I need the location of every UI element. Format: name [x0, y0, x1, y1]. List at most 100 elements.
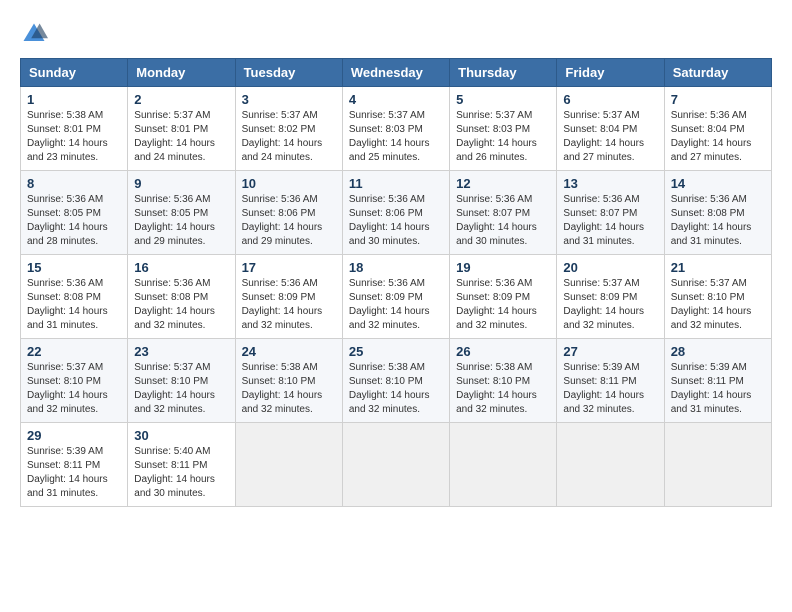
day-info: Sunrise: 5:39 AM Sunset: 8:11 PM Dayligh… [27, 445, 121, 501]
day-cell-21: 21 Sunrise: 5:37 AM Sunset: 8:10 PM Dayl… [664, 255, 771, 339]
day-cell-3: 3 Sunrise: 5:37 AM Sunset: 8:02 PM Dayli… [235, 87, 342, 171]
day-info: Sunrise: 5:37 AM Sunset: 8:03 PM Dayligh… [456, 109, 550, 165]
day-number: 3 [242, 92, 336, 107]
day-info: Sunrise: 5:37 AM Sunset: 8:04 PM Dayligh… [563, 109, 657, 165]
day-number: 6 [563, 92, 657, 107]
day-number: 5 [456, 92, 550, 107]
calendar-table: SundayMondayTuesdayWednesdayThursdayFrid… [20, 58, 772, 507]
day-cell-14: 14 Sunrise: 5:36 AM Sunset: 8:08 PM Dayl… [664, 171, 771, 255]
empty-cell [664, 423, 771, 507]
day-info: Sunrise: 5:38 AM Sunset: 8:10 PM Dayligh… [242, 361, 336, 417]
day-info: Sunrise: 5:37 AM Sunset: 8:09 PM Dayligh… [563, 277, 657, 333]
day-cell-10: 10 Sunrise: 5:36 AM Sunset: 8:06 PM Dayl… [235, 171, 342, 255]
header-friday: Friday [557, 59, 664, 87]
day-number: 19 [456, 260, 550, 275]
day-info: Sunrise: 5:40 AM Sunset: 8:11 PM Dayligh… [134, 445, 228, 501]
day-info: Sunrise: 5:36 AM Sunset: 8:09 PM Dayligh… [349, 277, 443, 333]
day-number: 28 [671, 344, 765, 359]
day-cell-17: 17 Sunrise: 5:36 AM Sunset: 8:09 PM Dayl… [235, 255, 342, 339]
day-info: Sunrise: 5:39 AM Sunset: 8:11 PM Dayligh… [671, 361, 765, 417]
day-number: 8 [27, 176, 121, 191]
day-info: Sunrise: 5:36 AM Sunset: 8:07 PM Dayligh… [563, 193, 657, 249]
day-cell-2: 2 Sunrise: 5:37 AM Sunset: 8:01 PM Dayli… [128, 87, 235, 171]
day-cell-30: 30 Sunrise: 5:40 AM Sunset: 8:11 PM Dayl… [128, 423, 235, 507]
day-cell-20: 20 Sunrise: 5:37 AM Sunset: 8:09 PM Dayl… [557, 255, 664, 339]
day-cell-23: 23 Sunrise: 5:37 AM Sunset: 8:10 PM Dayl… [128, 339, 235, 423]
day-cell-27: 27 Sunrise: 5:39 AM Sunset: 8:11 PM Dayl… [557, 339, 664, 423]
day-number: 16 [134, 260, 228, 275]
day-info: Sunrise: 5:36 AM Sunset: 8:05 PM Dayligh… [134, 193, 228, 249]
day-info: Sunrise: 5:36 AM Sunset: 8:06 PM Dayligh… [349, 193, 443, 249]
day-cell-9: 9 Sunrise: 5:36 AM Sunset: 8:05 PM Dayli… [128, 171, 235, 255]
day-cell-16: 16 Sunrise: 5:36 AM Sunset: 8:08 PM Dayl… [128, 255, 235, 339]
day-info: Sunrise: 5:36 AM Sunset: 8:05 PM Dayligh… [27, 193, 121, 249]
header-saturday: Saturday [664, 59, 771, 87]
day-info: Sunrise: 5:39 AM Sunset: 8:11 PM Dayligh… [563, 361, 657, 417]
day-info: Sunrise: 5:37 AM Sunset: 8:02 PM Dayligh… [242, 109, 336, 165]
day-info: Sunrise: 5:38 AM Sunset: 8:10 PM Dayligh… [349, 361, 443, 417]
header-thursday: Thursday [450, 59, 557, 87]
day-info: Sunrise: 5:36 AM Sunset: 8:08 PM Dayligh… [671, 193, 765, 249]
day-number: 13 [563, 176, 657, 191]
day-info: Sunrise: 5:36 AM Sunset: 8:09 PM Dayligh… [456, 277, 550, 333]
empty-cell [235, 423, 342, 507]
day-number: 11 [349, 176, 443, 191]
day-cell-7: 7 Sunrise: 5:36 AM Sunset: 8:04 PM Dayli… [664, 87, 771, 171]
day-number: 27 [563, 344, 657, 359]
day-number: 23 [134, 344, 228, 359]
header-wednesday: Wednesday [342, 59, 449, 87]
day-cell-4: 4 Sunrise: 5:37 AM Sunset: 8:03 PM Dayli… [342, 87, 449, 171]
day-cell-12: 12 Sunrise: 5:36 AM Sunset: 8:07 PM Dayl… [450, 171, 557, 255]
day-info: Sunrise: 5:36 AM Sunset: 8:06 PM Dayligh… [242, 193, 336, 249]
day-cell-5: 5 Sunrise: 5:37 AM Sunset: 8:03 PM Dayli… [450, 87, 557, 171]
day-cell-29: 29 Sunrise: 5:39 AM Sunset: 8:11 PM Dayl… [21, 423, 128, 507]
day-number: 24 [242, 344, 336, 359]
day-info: Sunrise: 5:37 AM Sunset: 8:10 PM Dayligh… [27, 361, 121, 417]
day-number: 17 [242, 260, 336, 275]
day-info: Sunrise: 5:36 AM Sunset: 8:09 PM Dayligh… [242, 277, 336, 333]
empty-cell [342, 423, 449, 507]
day-cell-6: 6 Sunrise: 5:37 AM Sunset: 8:04 PM Dayli… [557, 87, 664, 171]
day-info: Sunrise: 5:38 AM Sunset: 8:10 PM Dayligh… [456, 361, 550, 417]
header-sunday: Sunday [21, 59, 128, 87]
day-info: Sunrise: 5:36 AM Sunset: 8:08 PM Dayligh… [134, 277, 228, 333]
day-cell-24: 24 Sunrise: 5:38 AM Sunset: 8:10 PM Dayl… [235, 339, 342, 423]
day-info: Sunrise: 5:36 AM Sunset: 8:07 PM Dayligh… [456, 193, 550, 249]
logo[interactable] [20, 20, 50, 48]
day-number: 25 [349, 344, 443, 359]
day-number: 21 [671, 260, 765, 275]
day-info: Sunrise: 5:36 AM Sunset: 8:04 PM Dayligh… [671, 109, 765, 165]
day-cell-13: 13 Sunrise: 5:36 AM Sunset: 8:07 PM Dayl… [557, 171, 664, 255]
day-info: Sunrise: 5:37 AM Sunset: 8:03 PM Dayligh… [349, 109, 443, 165]
week-row-5: 29 Sunrise: 5:39 AM Sunset: 8:11 PM Dayl… [21, 423, 772, 507]
day-number: 7 [671, 92, 765, 107]
page-header [20, 20, 772, 48]
day-number: 20 [563, 260, 657, 275]
day-cell-11: 11 Sunrise: 5:36 AM Sunset: 8:06 PM Dayl… [342, 171, 449, 255]
day-number: 30 [134, 428, 228, 443]
day-number: 15 [27, 260, 121, 275]
day-info: Sunrise: 5:36 AM Sunset: 8:08 PM Dayligh… [27, 277, 121, 333]
day-info: Sunrise: 5:38 AM Sunset: 8:01 PM Dayligh… [27, 109, 121, 165]
day-number: 10 [242, 176, 336, 191]
day-number: 4 [349, 92, 443, 107]
day-cell-19: 19 Sunrise: 5:36 AM Sunset: 8:09 PM Dayl… [450, 255, 557, 339]
day-number: 1 [27, 92, 121, 107]
week-row-3: 15 Sunrise: 5:36 AM Sunset: 8:08 PM Dayl… [21, 255, 772, 339]
header-monday: Monday [128, 59, 235, 87]
day-cell-25: 25 Sunrise: 5:38 AM Sunset: 8:10 PM Dayl… [342, 339, 449, 423]
day-number: 14 [671, 176, 765, 191]
calendar-header-row: SundayMondayTuesdayWednesdayThursdayFrid… [21, 59, 772, 87]
day-cell-15: 15 Sunrise: 5:36 AM Sunset: 8:08 PM Dayl… [21, 255, 128, 339]
day-info: Sunrise: 5:37 AM Sunset: 8:01 PM Dayligh… [134, 109, 228, 165]
day-cell-26: 26 Sunrise: 5:38 AM Sunset: 8:10 PM Dayl… [450, 339, 557, 423]
week-row-2: 8 Sunrise: 5:36 AM Sunset: 8:05 PM Dayli… [21, 171, 772, 255]
day-cell-22: 22 Sunrise: 5:37 AM Sunset: 8:10 PM Dayl… [21, 339, 128, 423]
day-cell-1: 1 Sunrise: 5:38 AM Sunset: 8:01 PM Dayli… [21, 87, 128, 171]
day-info: Sunrise: 5:37 AM Sunset: 8:10 PM Dayligh… [671, 277, 765, 333]
day-number: 12 [456, 176, 550, 191]
day-cell-28: 28 Sunrise: 5:39 AM Sunset: 8:11 PM Dayl… [664, 339, 771, 423]
day-number: 9 [134, 176, 228, 191]
day-number: 22 [27, 344, 121, 359]
empty-cell [450, 423, 557, 507]
